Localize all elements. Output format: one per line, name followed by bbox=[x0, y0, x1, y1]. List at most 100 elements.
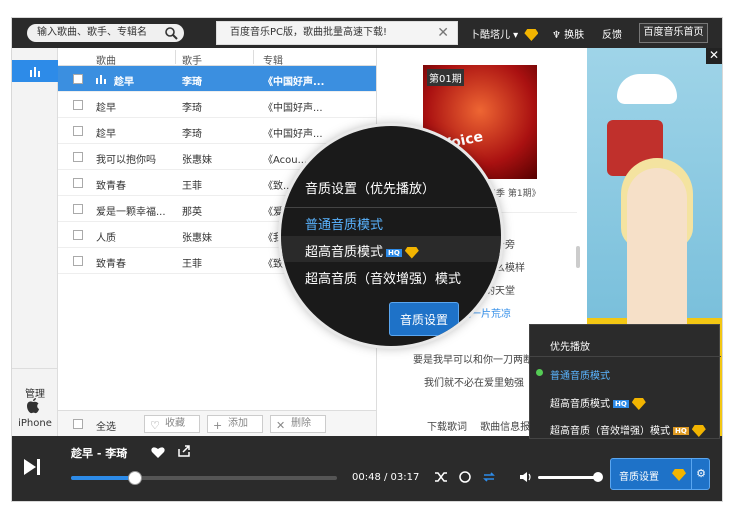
gear-icon[interactable]: ⚙ bbox=[691, 459, 710, 489]
row-checkbox[interactable] bbox=[73, 178, 83, 188]
download-lyrics-link[interactable]: 下载歌词 bbox=[427, 422, 467, 433]
artist[interactable]: 那英 bbox=[182, 203, 202, 218]
volume-icon[interactable] bbox=[519, 470, 533, 484]
artist[interactable]: 李琦 bbox=[182, 73, 202, 88]
col-artist[interactable]: 歌手 bbox=[182, 52, 202, 67]
sidebar-item-playlist[interactable] bbox=[12, 60, 58, 82]
vip-diamond-icon bbox=[631, 398, 646, 410]
select-all-checkbox[interactable] bbox=[73, 419, 83, 429]
artist[interactable]: 王菲 bbox=[182, 255, 202, 270]
volume-slider[interactable] bbox=[538, 472, 603, 482]
apple-icon[interactable] bbox=[26, 398, 40, 414]
time-display: 00:48 / 03:17 bbox=[352, 472, 420, 483]
song-title: 趁早 bbox=[114, 77, 134, 88]
magnified-option-enhanced: 超高音质（音效增强）模式 bbox=[305, 272, 462, 287]
artist[interactable]: 张惠妹 bbox=[182, 229, 212, 244]
song-title: 致青春 bbox=[96, 259, 126, 270]
check-icon bbox=[536, 369, 543, 376]
album[interactable]: 《中国好声... bbox=[263, 125, 323, 140]
col-song[interactable]: 歌曲 bbox=[96, 52, 116, 67]
quality-settings-button[interactable]: 音质设置 ⚙ bbox=[610, 458, 710, 490]
quality-option-normal[interactable]: 普通音质模式 bbox=[550, 367, 610, 382]
player-bar: 趁早 - 李琦 00:48 / 03:17 音质设置 ⚙ bbox=[12, 436, 722, 501]
row-checkbox[interactable] bbox=[73, 74, 83, 84]
home-button[interactable]: 百度音乐首页 bbox=[639, 23, 708, 43]
delete-button[interactable]: ✕ 删除 bbox=[270, 415, 326, 433]
username: 卜酷塔儿 ▾ bbox=[470, 30, 519, 41]
share-icon[interactable] bbox=[178, 445, 190, 457]
artist[interactable]: 李琦 bbox=[182, 125, 202, 140]
row-checkbox[interactable] bbox=[73, 152, 83, 162]
select-all-label[interactable]: 全选 bbox=[96, 418, 116, 433]
progress-handle[interactable] bbox=[127, 471, 142, 485]
heart-icon[interactable] bbox=[151, 446, 165, 458]
col-album[interactable]: 专辑 bbox=[263, 52, 283, 67]
quality-option-high[interactable]: 超高音质模式 HQ bbox=[550, 395, 646, 410]
album[interactable]: 《中国好声... bbox=[263, 99, 323, 114]
heart-icon: ♡ bbox=[150, 419, 160, 432]
song-title: 人质 bbox=[96, 233, 116, 244]
artist[interactable]: 李琦 bbox=[182, 99, 202, 114]
add-button[interactable]: + 添加 bbox=[207, 415, 263, 433]
notice-banner[interactable]: 百度音乐PC版，歌曲批量高速下载! ✕ bbox=[216, 21, 458, 45]
swan-image bbox=[617, 74, 677, 104]
progress-fill bbox=[71, 476, 135, 480]
skin-label: 换肤 bbox=[564, 30, 585, 41]
feedback-button[interactable]: 反馈 bbox=[602, 26, 622, 41]
playing-icon bbox=[96, 75, 106, 84]
album[interactable]: 《中国好声... bbox=[263, 73, 324, 88]
quality-label: 音质设置 bbox=[619, 472, 659, 483]
quality-option-high-label: 超高音质模式 bbox=[550, 399, 610, 410]
list-actions-bar: 全选 ♡ 收藏 + 添加 ✕ 删除 bbox=[58, 410, 376, 436]
album[interactable]: 《致... bbox=[263, 177, 293, 192]
volume-handle[interactable] bbox=[593, 472, 603, 482]
vip-diamond-icon bbox=[691, 425, 706, 437]
shuffle-icon[interactable] bbox=[434, 470, 448, 484]
table-row[interactable]: 趁早 李琦 《中国好声... bbox=[58, 66, 376, 92]
lyrics-scrollbar[interactable] bbox=[576, 246, 580, 268]
search-placeholder: 输入歌曲、歌手、专辑名 bbox=[37, 27, 147, 38]
row-checkbox[interactable] bbox=[73, 100, 83, 110]
row-checkbox[interactable] bbox=[73, 256, 83, 266]
home-label: 百度音乐首页 bbox=[643, 27, 704, 38]
hq-badge: HQ bbox=[386, 248, 402, 257]
quality-menu: 优先播放 普通音质模式 超高音质模式 HQ 超高音质（音效增强）模式 HQ bbox=[529, 324, 721, 439]
left-sidebar: 管理 iPhone bbox=[12, 48, 58, 436]
quality-option-enhanced[interactable]: 超高音质（音效增强）模式 HQ bbox=[550, 422, 706, 437]
row-checkbox[interactable] bbox=[73, 230, 83, 240]
add-label: 添加 bbox=[228, 418, 248, 429]
close-icon[interactable]: ✕ bbox=[437, 22, 449, 44]
song-title: 趁早 bbox=[96, 129, 116, 140]
equalizer-icon bbox=[30, 67, 40, 77]
search-icon[interactable] bbox=[164, 26, 178, 40]
iphone-label[interactable]: iPhone bbox=[12, 418, 58, 429]
play-next-icon[interactable] bbox=[22, 458, 42, 476]
music-app-window: 输入歌曲、歌手、专辑名 百度音乐PC版，歌曲批量高速下载! ✕ 卜酷塔儿 ▾ ♆… bbox=[12, 18, 722, 501]
notice-text: 百度音乐PC版，歌曲批量高速下载! bbox=[230, 27, 388, 38]
table-row[interactable]: 趁早 李琦 《中国好声... bbox=[58, 118, 376, 144]
table-row[interactable]: 趁早 李琦 《中国好声... bbox=[58, 92, 376, 118]
artist[interactable]: 张惠妹 bbox=[182, 151, 212, 166]
skin-button[interactable]: ♆ 换肤 bbox=[552, 26, 584, 41]
progress-bar[interactable] bbox=[71, 471, 337, 485]
search-input[interactable]: 输入歌曲、歌手、专辑名 bbox=[27, 24, 184, 42]
quality-menu-header: 优先播放 bbox=[550, 342, 590, 353]
magnified-option-normal: 普通音质模式 bbox=[305, 218, 384, 233]
vip-diamond-icon bbox=[672, 469, 686, 481]
repeat-icon[interactable] bbox=[482, 470, 496, 484]
song-title: 趁早 bbox=[96, 103, 116, 114]
lyric-links: 下载歌词 歌曲信息报... bbox=[427, 418, 540, 433]
repeat-one-icon[interactable] bbox=[458, 470, 472, 484]
magnified-quality-button: 音质设置 bbox=[389, 302, 459, 336]
row-checkbox[interactable] bbox=[73, 204, 83, 214]
collect-label: 收藏 bbox=[165, 418, 185, 429]
artist[interactable]: 王菲 bbox=[182, 177, 202, 192]
feedback-label: 反馈 bbox=[602, 30, 622, 41]
ad-close-icon[interactable]: ✕ bbox=[706, 48, 722, 64]
magnified-header: 音质设置（优先播放） bbox=[305, 182, 436, 197]
row-checkbox[interactable] bbox=[73, 126, 83, 136]
album[interactable]: 《Acou... bbox=[263, 151, 307, 166]
user-menu[interactable]: 卜酷塔儿 ▾ bbox=[470, 26, 539, 41]
now-playing-title: 趁早 - 李琦 bbox=[71, 447, 128, 460]
collect-button[interactable]: ♡ 收藏 bbox=[144, 415, 200, 433]
